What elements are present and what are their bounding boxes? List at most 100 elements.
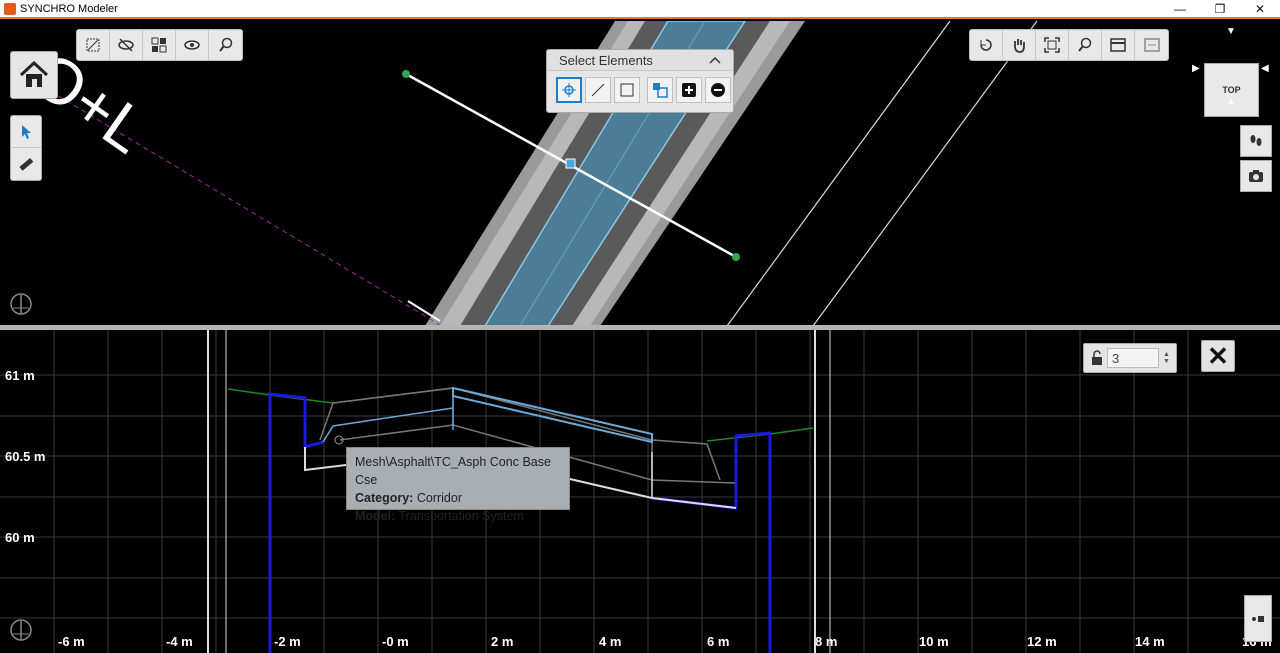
close-window-button[interactable]: ✕ (1240, 0, 1280, 18)
isolate-button[interactable] (143, 30, 176, 60)
x-label: -4 m (166, 634, 193, 649)
cursor-icon (22, 124, 31, 139)
hide-others-button[interactable] (176, 30, 209, 60)
section-toggle-button[interactable] (1135, 30, 1168, 60)
find-button[interactable] (209, 30, 242, 60)
x-label: -2 m (274, 634, 301, 649)
x-label: -0 m (382, 634, 409, 649)
footprints-icon (1250, 135, 1262, 146)
x-label: -6 m (58, 634, 85, 649)
nav-cube[interactable]: TOP (1204, 63, 1259, 117)
select-panel-title: Select Elements (559, 52, 653, 68)
section-center-handle (565, 158, 576, 169)
left-toolbar (10, 115, 42, 181)
surface-left (319, 387, 454, 441)
nav-down-arrow[interactable]: ▲ (1226, 96, 1236, 107)
select-box-button[interactable] (614, 77, 640, 103)
section-start-handle (402, 70, 410, 78)
window-controls: — ❐ ✕ (1160, 0, 1280, 18)
zoom-icon (1078, 37, 1092, 52)
section-end-handle (732, 253, 740, 261)
x-label: 10 m (919, 634, 949, 649)
y-label-61: 61 m (5, 368, 35, 383)
remove-selection-button[interactable] (705, 77, 731, 103)
minimize-button[interactable]: — (1160, 0, 1200, 18)
zoom-window-button[interactable] (1069, 30, 1102, 60)
options-icon (1252, 615, 1264, 622)
coordinate-system-icon-2 (8, 617, 34, 643)
box-icon (620, 83, 634, 97)
grid-icon (151, 37, 167, 53)
camera-icon (1249, 170, 1263, 182)
x-label: 14 m (1135, 634, 1165, 649)
title-bar: SYNCHRO Modeler — ❐ ✕ (0, 0, 1280, 19)
cross-section-view[interactable] (0, 330, 1280, 653)
pan-button[interactable] (1003, 30, 1036, 60)
depth-spinner[interactable]: ▲ ▼ (1163, 348, 1175, 368)
nav-left-arrow[interactable]: ▶ (1192, 63, 1200, 74)
tooltip-category-label: Category: (355, 491, 414, 505)
existing-ground-right (651, 431, 772, 653)
minus-icon (711, 83, 725, 97)
clip-view-button[interactable] (1102, 30, 1135, 60)
element-tooltip: Mesh\Asphalt\TC_Asph Conc Base Cse Categ… (346, 447, 570, 523)
plus-icon (682, 83, 696, 97)
hand-icon (1014, 39, 1025, 53)
select-panel-header[interactable]: Select Elements (547, 50, 733, 71)
walk-button[interactable] (1240, 125, 1272, 157)
x-label: 2 m (491, 634, 514, 649)
snapshot-button[interactable] (1240, 160, 1272, 192)
add-selection-button[interactable] (676, 77, 702, 103)
select-tool[interactable] (11, 116, 41, 148)
x-label: 4 m (599, 634, 622, 649)
tooltip-category: Corridor (416, 491, 462, 505)
fit-view-button[interactable] (1036, 30, 1069, 60)
x-label: 8 m (815, 634, 838, 649)
restore-button[interactable]: ❐ (1200, 0, 1240, 18)
y-label-60: 60 m (5, 530, 35, 545)
ruler-icon (19, 157, 34, 171)
plan-viewport[interactable]: O+L Select Elements ▼ ▶ TOP ◀ ▲ (0, 21, 1280, 326)
select-mode-row (547, 71, 733, 103)
fit-view-icon (1044, 37, 1060, 53)
select-filter-button[interactable] (647, 77, 673, 103)
eye-box-icon (184, 40, 200, 50)
home-button[interactable] (10, 51, 58, 99)
target-icon (562, 83, 576, 97)
lock-icon[interactable] (1090, 350, 1104, 366)
x-label: 12 m (1027, 634, 1057, 649)
close-section-button[interactable]: ✕ (1201, 340, 1235, 372)
y-label-60-5: 60.5 m (5, 449, 46, 464)
nav-right-arrow[interactable]: ◀ (1261, 63, 1269, 74)
hide-button[interactable] (110, 30, 143, 60)
filter-icon (653, 83, 668, 98)
measure-tool[interactable] (11, 148, 41, 180)
line-icon (591, 83, 605, 97)
undo-view-button[interactable] (970, 30, 1003, 60)
view-toolbar-left (76, 29, 243, 61)
view-toolbar-right (969, 29, 1169, 61)
select-elements-panel: Select Elements (546, 49, 734, 113)
asphalt-base-left (322, 407, 454, 443)
undo-view-icon (980, 39, 992, 51)
nav-up-arrow[interactable]: ▼ (1226, 26, 1236, 37)
coordinate-system-icon (8, 291, 34, 317)
section-tool-button[interactable] (77, 30, 110, 60)
select-single-button[interactable] (556, 77, 582, 103)
tooltip-model: Transportation System (398, 509, 524, 523)
eye-off-icon (118, 38, 134, 52)
chevron-up-icon[interactable] (709, 56, 721, 64)
search-icon (218, 37, 232, 52)
section-depth-control: 3 ▲ ▼ (1083, 343, 1177, 373)
section-grid (0, 330, 1280, 653)
section-toggle-icon (1143, 38, 1160, 52)
section-depth-input[interactable]: 3 (1107, 348, 1159, 368)
alignment-line-2 (812, 21, 1038, 326)
section-tool-icon (86, 38, 100, 52)
app-icon (4, 2, 16, 15)
select-line-button[interactable] (585, 77, 611, 103)
tooltip-name: Mesh\Asphalt\TC_Asph Conc Base Cse (355, 455, 551, 487)
section-options-button[interactable] (1244, 595, 1272, 642)
existing-ground-left (268, 392, 324, 653)
section-canvas[interactable] (0, 330, 1280, 653)
